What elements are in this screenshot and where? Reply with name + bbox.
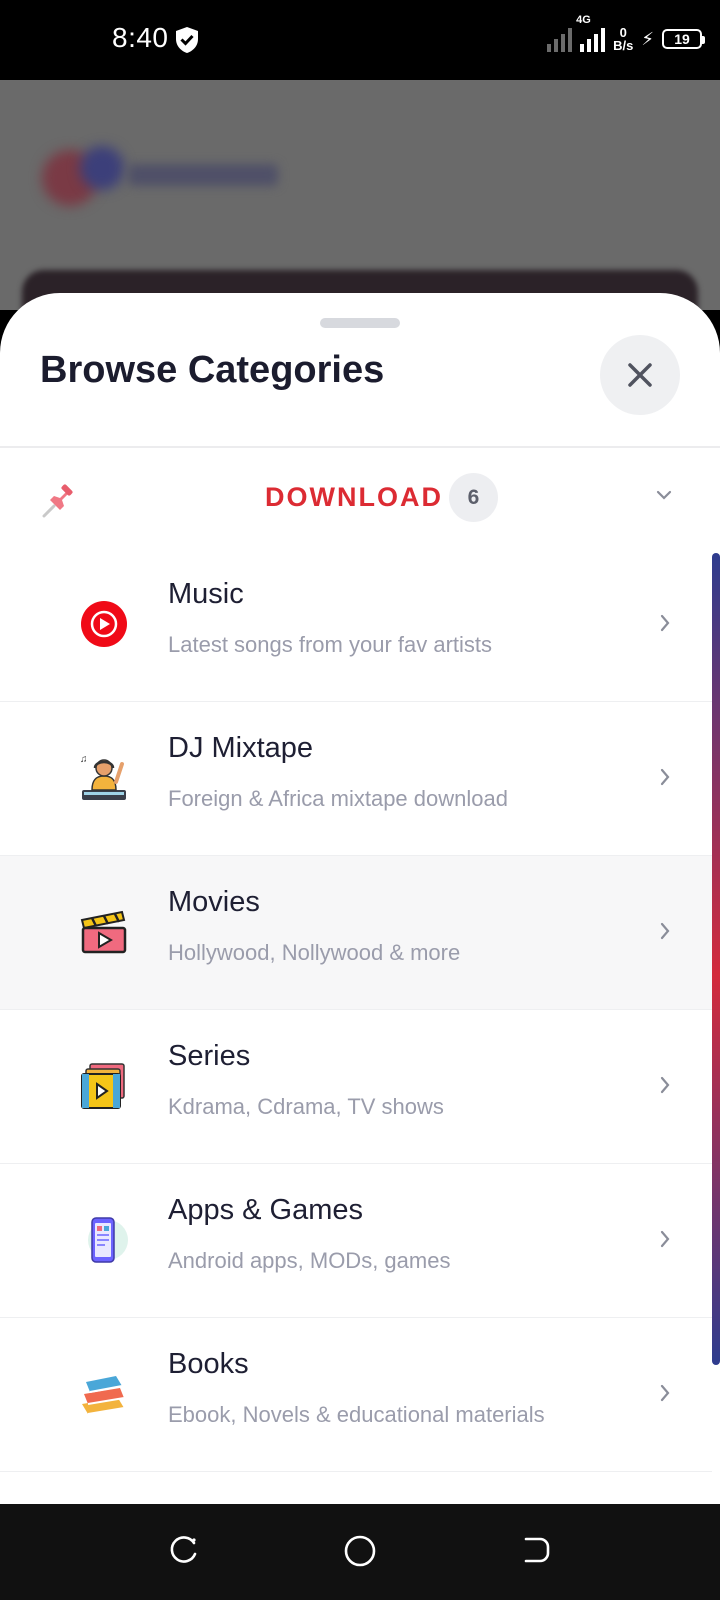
system-nav-bar xyxy=(0,1504,720,1600)
network-speed: 0 B/s xyxy=(613,26,633,52)
category-title: Music xyxy=(168,578,244,610)
pin-icon xyxy=(42,484,73,518)
status-icons: 4G 0 B/s ⚡ 19 xyxy=(547,14,705,56)
category-subtitle: Latest songs from your fav artists xyxy=(168,632,493,657)
category-title: Series xyxy=(168,1040,251,1072)
sheet-title: Browse Categories xyxy=(40,349,385,391)
category-subtitle: Ebook, Novels & educational materials xyxy=(168,1402,545,1427)
category-subtitle: Kdrama, Cdrama, TV shows xyxy=(168,1094,444,1119)
clapperboard-icon xyxy=(80,910,127,954)
charging-bolt-icon: ⚡ xyxy=(641,28,654,49)
home-icon[interactable] xyxy=(343,1534,377,1568)
battery-icon: 19 xyxy=(662,29,705,49)
category-subtitle: Hollywood, Nollywood & more xyxy=(168,940,461,965)
close-button[interactable] xyxy=(600,335,680,415)
category-item-dj-mixtape[interactable]: ♫ DJ Mixtape Foreign & Africa mixtape do… xyxy=(0,702,712,856)
chevron-right-icon xyxy=(660,768,670,786)
category-item-books[interactable]: Books Ebook, Novels & educational materi… xyxy=(0,1318,712,1472)
shield-check-icon xyxy=(176,27,198,53)
signal-4g-icon: 4G xyxy=(576,14,606,52)
category-title: Movies xyxy=(168,886,260,918)
chevron-down-icon[interactable] xyxy=(656,490,672,500)
section-title: DOWNLOAD xyxy=(265,482,443,512)
chevron-right-icon xyxy=(660,1384,670,1402)
books-icon xyxy=(82,1376,125,1415)
film-reel-icon xyxy=(81,1063,125,1109)
category-item-series[interactable]: Series Kdrama, Cdrama, TV shows xyxy=(0,1010,712,1164)
browse-categories-sheet: Browse Categories DOWNLOAD 6 Music Lates… xyxy=(0,293,720,1504)
chevron-right-icon xyxy=(660,922,670,940)
category-subtitle: Foreign & Africa mixtape download xyxy=(168,786,508,811)
status-time: 8:40 xyxy=(112,22,169,53)
chevron-right-icon xyxy=(660,1230,670,1248)
scrollbar[interactable] xyxy=(712,553,720,1365)
back-icon[interactable] xyxy=(520,1534,552,1566)
category-title: DJ Mixtape xyxy=(168,732,314,764)
close-icon xyxy=(628,363,652,387)
category-item-music[interactable]: Music Latest songs from your fav artists xyxy=(0,548,712,702)
dj-icon: ♫ xyxy=(80,754,126,800)
dimmed-backdrop[interactable] xyxy=(0,80,720,310)
chevron-right-icon xyxy=(660,1076,670,1094)
battery-level: 19 xyxy=(674,31,690,47)
svg-text:♫: ♫ xyxy=(80,754,88,765)
category-title: Books xyxy=(168,1348,249,1380)
category-item-apps-games[interactable]: Apps & Games Android apps, MODs, games xyxy=(0,1164,712,1318)
category-subtitle: Android apps, MODs, games xyxy=(168,1248,451,1273)
category-title: Apps & Games xyxy=(168,1194,364,1226)
count-badge: 6 xyxy=(449,473,498,522)
category-list: Music Latest songs from your fav artists… xyxy=(0,548,712,1472)
network-type: 4G xyxy=(576,14,591,26)
backdrop-logo-text-blur xyxy=(128,164,278,186)
music-play-icon xyxy=(81,601,127,647)
download-section-header[interactable]: DOWNLOAD 6 xyxy=(0,458,712,538)
drag-handle[interactable] xyxy=(320,318,400,328)
category-item-movies[interactable]: Movies Hollywood, Nollywood & more xyxy=(0,856,712,1010)
backdrop-logo-blur xyxy=(80,146,124,190)
network-speed-unit: B/s xyxy=(613,38,634,53)
sheet-divider xyxy=(0,446,720,448)
chevron-right-icon xyxy=(660,614,670,632)
status-bar: 8:40 4G 0 B/s ⚡ 19 xyxy=(0,0,720,80)
signal-weak-icon xyxy=(547,26,573,52)
phone-apps-icon xyxy=(88,1217,128,1263)
recent-apps-icon[interactable] xyxy=(168,1534,200,1566)
